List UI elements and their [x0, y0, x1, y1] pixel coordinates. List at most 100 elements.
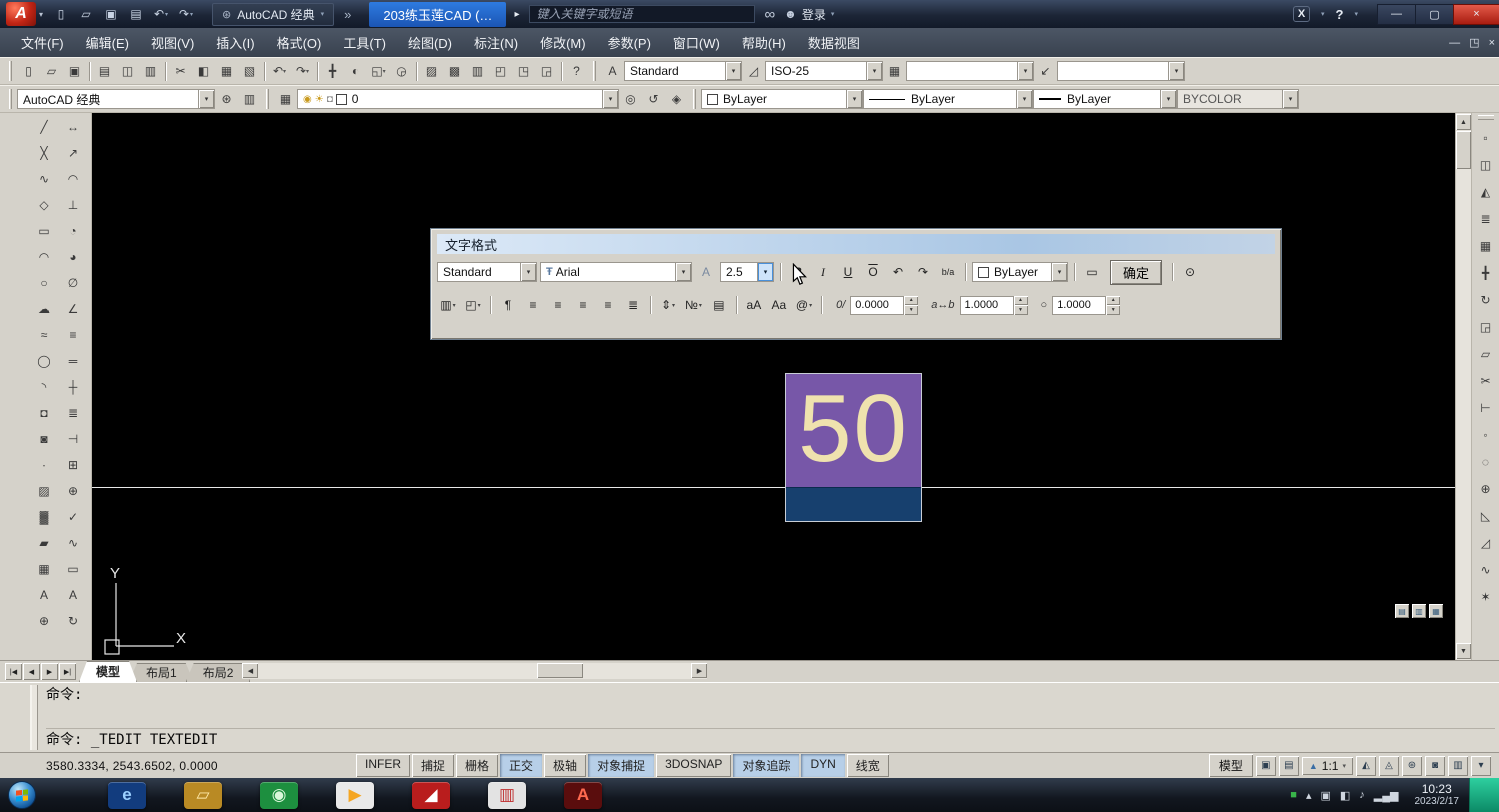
minimize-button[interactable]: — [1377, 4, 1415, 25]
italic-button[interactable]: I [812, 261, 834, 283]
viewport-mini-button-1[interactable]: ▤ [1395, 604, 1409, 618]
lowercase-button[interactable]: Aa [768, 294, 790, 316]
region-button[interactable]: ▰ [33, 531, 56, 554]
rectangle-button[interactable]: ▭ [33, 219, 56, 242]
chevron-down-icon[interactable]: ▾ [39, 10, 43, 19]
publish-button[interactable]: ▥ [139, 60, 162, 83]
plot-style-combo[interactable]: BYCOLOR ▾ [1177, 89, 1299, 109]
tab-next-button[interactable]: ▶ [41, 663, 58, 680]
annotation-autoscale-button[interactable]: ◬ [1379, 756, 1399, 776]
qat-undo-button[interactable]: ↶ [151, 4, 171, 24]
qat-plot-button[interactable]: ▤ [126, 4, 146, 24]
width-factor-spinner[interactable]: 1.0000 ▲▼ [1052, 296, 1120, 315]
tray-volume-icon[interactable]: ♪ [1359, 789, 1365, 801]
align-right-button[interactable]: ≡ [572, 294, 594, 316]
title-flyout-icon[interactable]: ▸ [514, 9, 519, 20]
annotation-visibility-button[interactable]: ◭ [1356, 756, 1376, 776]
markup-button[interactable]: ◳ [512, 60, 535, 83]
inspection-button[interactable]: ✓ [62, 505, 85, 528]
start-button[interactable] [8, 781, 36, 809]
menu-help[interactable]: 帮助(H) [731, 28, 797, 57]
blend-curves-button[interactable]: ∿ [1474, 558, 1497, 581]
menu-format[interactable]: 格式(O) [266, 28, 333, 57]
menu-view[interactable]: 视图(V) [140, 28, 205, 57]
symbol-button[interactable]: @ [793, 294, 815, 316]
menu-parametric[interactable]: 参数(P) [597, 28, 662, 57]
width-factor-value[interactable]: 1.0000 [1052, 296, 1106, 315]
cut-button[interactable]: ✂ [169, 60, 192, 83]
scrollbar-thumb[interactable] [537, 663, 583, 678]
spinner-arrows[interactable]: ▲▼ [1106, 296, 1120, 315]
columns-button[interactable]: ▥ [437, 294, 459, 316]
center-mark-button[interactable]: ⊕ [62, 479, 85, 502]
workspace-switching-button[interactable]: ⊛ [1402, 756, 1422, 776]
chevron-down-icon[interactable]: ▾ [1160, 90, 1176, 108]
dialog-title[interactable]: 文字格式 [437, 234, 1275, 254]
quick-dimension-button[interactable]: ≡ [62, 323, 85, 346]
insert-field-button[interactable]: ▤ [708, 294, 730, 316]
folder-icon[interactable]: ▱ [184, 782, 222, 809]
polyline-button[interactable]: ∿ [33, 167, 56, 190]
maximize-button[interactable]: ▢ [1415, 4, 1453, 25]
doc-restore-button[interactable]: ◳ [1469, 36, 1479, 49]
dimension-space-button[interactable]: ≣ [62, 401, 85, 424]
arc-length-button[interactable]: ◠ [62, 167, 85, 190]
tray-display-icon[interactable]: ◧ [1340, 789, 1350, 802]
point-button[interactable]: ∙ [33, 453, 56, 476]
mtext-color-combo[interactable]: ByLayer ▾ [972, 262, 1068, 282]
toolbar-grip[interactable] [9, 89, 12, 109]
doc-minimize-button[interactable]: — [1449, 37, 1460, 49]
toggle-3dosnap[interactable]: 3DOSNAP [656, 754, 731, 777]
tray-expand-icon[interactable]: ▴ [1306, 789, 1312, 802]
separator[interactable] [558, 60, 565, 83]
help-button[interactable]: ? [565, 60, 588, 83]
workspace-settings-button[interactable]: ⊛ [215, 88, 238, 111]
plot-button[interactable]: ▤ [93, 60, 116, 83]
toggle-snap[interactable]: 捕捉 [412, 754, 454, 777]
add-selected-button[interactable]: ⊕ [33, 609, 56, 632]
layer-on-icon[interactable]: ◉ [303, 94, 312, 105]
break-button[interactable]: ◌ [1474, 450, 1497, 473]
toolbar-grip[interactable] [693, 89, 696, 109]
align-left-button[interactable]: ≡ [522, 294, 544, 316]
tab-prev-button[interactable]: ◀ [23, 663, 40, 680]
spline-button[interactable]: ≈ [33, 323, 56, 346]
menu-insert[interactable]: 插入(I) [205, 28, 265, 57]
tray-network-icon[interactable]: ▂▄▆ [1374, 789, 1399, 802]
ellipse-arc-button[interactable]: ◝ [33, 375, 56, 398]
distribute-button[interactable]: ≣ [622, 294, 644, 316]
toolbar-overflow-icon[interactable]: » [344, 7, 351, 22]
multiline-text-button[interactable]: A [33, 583, 56, 606]
spinner-arrows[interactable]: ▲▼ [904, 296, 918, 315]
drawing-canvas[interactable]: 50 Y X ▤▥▦ [92, 113, 1455, 660]
table-style-combo[interactable]: ▾ [906, 61, 1034, 81]
workspace-combo[interactable]: ⊛ AutoCAD 经典 ▾ [212, 3, 334, 26]
mtext-font-combo[interactable]: Ŧ Arial ▾ [540, 262, 692, 282]
tracking-value[interactable]: 1.0000 [960, 296, 1014, 315]
zoom-window-button[interactable]: ◱ [367, 60, 390, 83]
model-space-button[interactable]: 模型 [1209, 754, 1253, 777]
lineweight-combo[interactable]: ByLayer ▾ [1033, 89, 1177, 109]
justify-button[interactable]: ≡ [597, 294, 619, 316]
separator[interactable] [314, 60, 321, 83]
line-button[interactable]: ╱ [33, 115, 56, 138]
tracking-spinner[interactable]: 1.0000 ▲▼ [960, 296, 1028, 315]
radius-button[interactable]: ◔ [62, 219, 85, 242]
revision-cloud-button[interactable]: ☁ [33, 297, 56, 320]
sheet-set-manager-button[interactable]: ◰ [489, 60, 512, 83]
toolbar-grip[interactable] [266, 89, 269, 109]
baseline-dimension-button[interactable]: ═ [62, 349, 85, 372]
menu-draw[interactable]: 绘图(D) [397, 28, 463, 57]
tab-model[interactable]: 模型 [79, 661, 137, 682]
pan-button[interactable]: ╋ [321, 60, 344, 83]
clean-screen-button[interactable]: ▥ [1448, 756, 1468, 776]
layer-combo[interactable]: ◉☀◘ 0 ▾ [297, 89, 619, 109]
ruler-button[interactable]: ▭ [1081, 261, 1103, 283]
tab-layout1[interactable]: 布局1 [129, 663, 194, 682]
tray-green-icon[interactable]: ■ [1290, 789, 1297, 801]
mleader-style-combo[interactable]: ▾ [1057, 61, 1185, 81]
scale-button[interactable]: ◲ [1474, 315, 1497, 338]
zoom-previous-button[interactable]: ◶ [390, 60, 413, 83]
close-button[interactable]: × [1453, 4, 1499, 25]
status-menu-button[interactable]: ▾ [1471, 756, 1491, 776]
